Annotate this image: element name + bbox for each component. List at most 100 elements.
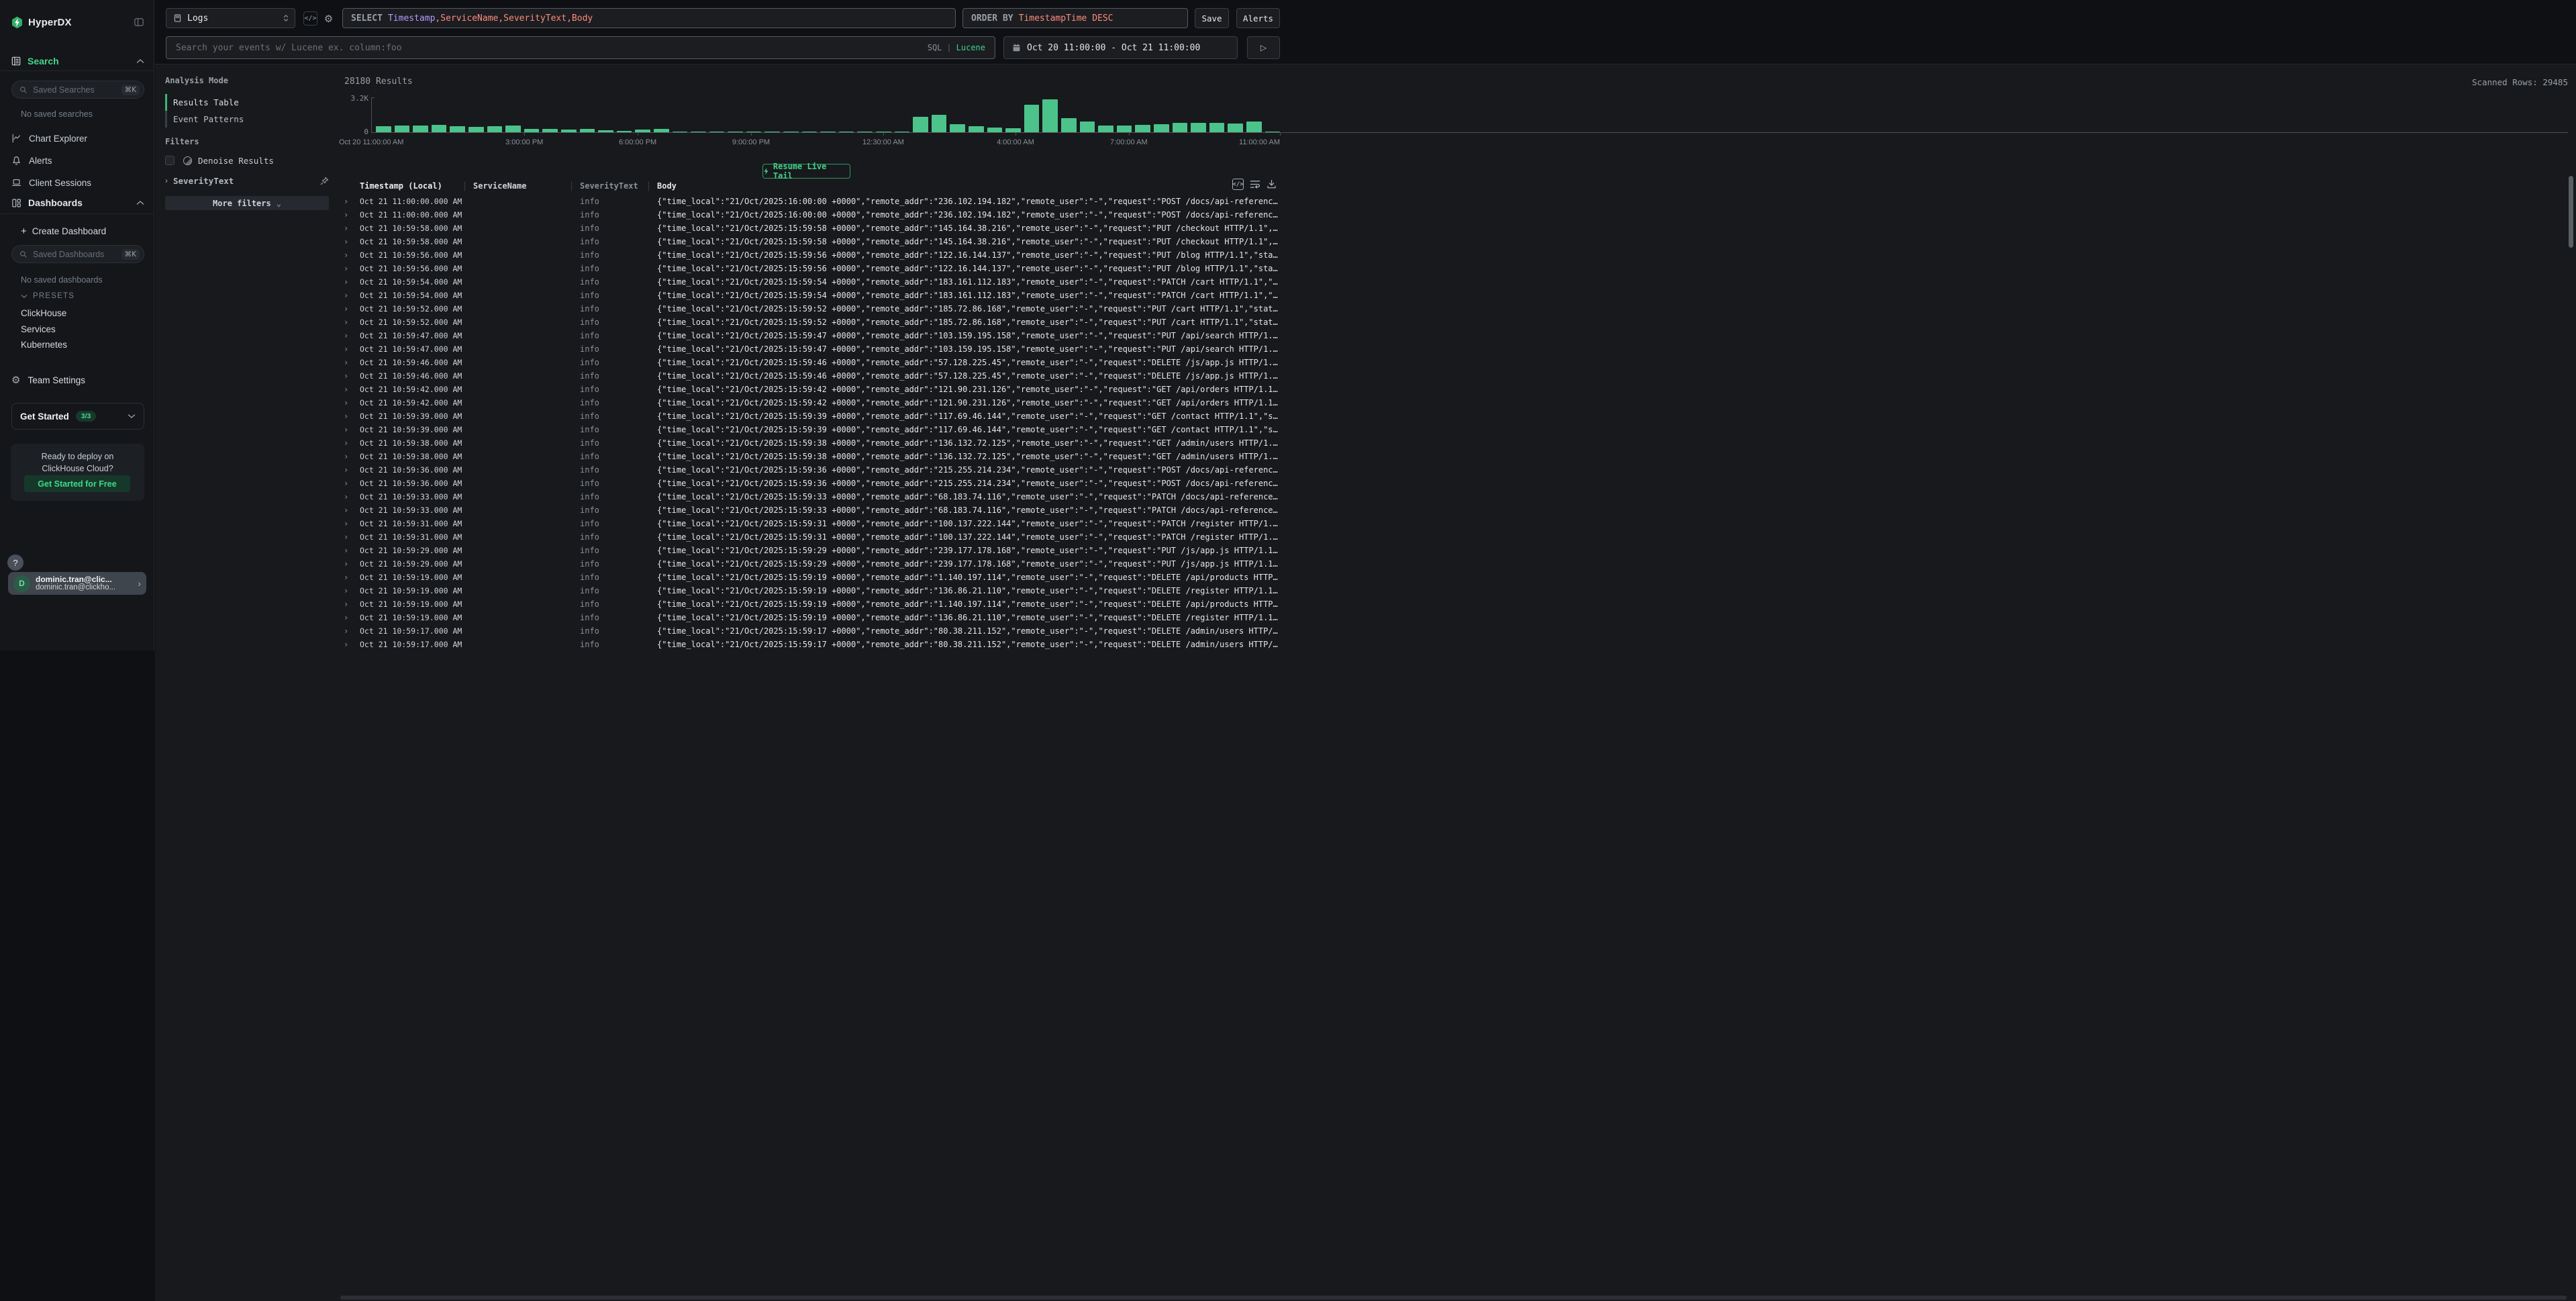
table-row[interactable]: ›Oct 21 10:59:33.000 AMinfo{"time_local"… xyxy=(339,503,2576,517)
chart-bar[interactable] xyxy=(654,129,669,132)
table-row[interactable]: ›Oct 21 10:59:39.000 AMinfo{"time_local"… xyxy=(339,423,2576,436)
column-header-severitytext[interactable]: SeverityText xyxy=(572,181,649,193)
sidebar-collapse-icon[interactable] xyxy=(134,17,144,27)
table-row[interactable]: ›Oct 21 10:59:36.000 AMinfo{"time_local"… xyxy=(339,463,2576,477)
chart-bar[interactable] xyxy=(969,126,984,132)
table-row[interactable]: ›Oct 21 10:59:54.000 AMinfo{"time_local"… xyxy=(339,289,2576,302)
save-button[interactable]: Save xyxy=(1195,8,1229,28)
orderby-input[interactable]: ORDER BY TimestampTime DESC xyxy=(962,8,1188,28)
chart-bar[interactable] xyxy=(932,115,947,132)
table-row[interactable]: ›Oct 21 10:59:46.000 AMinfo{"time_local"… xyxy=(339,369,2576,383)
table-row[interactable]: ›Oct 21 10:59:56.000 AMinfo{"time_local"… xyxy=(339,248,2576,262)
column-header-body[interactable]: Body xyxy=(649,181,2559,193)
row-expand-icon[interactable]: › xyxy=(344,492,360,501)
row-expand-icon[interactable]: › xyxy=(344,385,360,394)
chart-bar[interactable] xyxy=(802,132,818,133)
table-row[interactable]: ›Oct 21 10:59:33.000 AMinfo{"time_local"… xyxy=(339,490,2576,503)
create-dashboard-button[interactable]: + Create Dashboard xyxy=(21,224,144,238)
denoise-results-toggle[interactable]: Denoise Results xyxy=(165,154,274,166)
chart-bar[interactable] xyxy=(413,126,428,132)
row-expand-icon[interactable]: › xyxy=(344,599,360,609)
table-row[interactable]: ›Oct 21 10:59:17.000 AMinfo{"time_local"… xyxy=(339,624,2576,638)
row-expand-icon[interactable]: › xyxy=(344,425,360,434)
mode-results-table[interactable]: Results Table xyxy=(165,94,329,111)
code-view-button[interactable]: </> xyxy=(303,11,317,26)
row-expand-icon[interactable]: › xyxy=(344,331,360,340)
sidebar-item-chart-explorer[interactable]: Chart Explorer xyxy=(11,132,144,145)
user-menu[interactable]: D dominic.tran@clic... dominic.tran@clic… xyxy=(8,572,146,595)
table-row[interactable]: ›Oct 21 10:59:47.000 AMinfo{"time_local"… xyxy=(339,329,2576,342)
chart-bar[interactable] xyxy=(1209,123,1225,132)
chart-bar[interactable] xyxy=(1173,123,1188,132)
table-row[interactable]: ›Oct 21 10:59:29.000 AMinfo{"time_local"… xyxy=(339,557,2576,571)
chevron-up-icon[interactable] xyxy=(136,58,144,64)
row-expand-icon[interactable]: › xyxy=(344,250,360,260)
chart-bars[interactable] xyxy=(376,98,1280,132)
vertical-scrollbar[interactable] xyxy=(2569,176,2573,248)
help-button[interactable]: ? xyxy=(7,555,23,571)
lang-lucene[interactable]: Lucene xyxy=(956,43,985,52)
table-row[interactable]: ›Oct 21 10:59:42.000 AMinfo{"time_local"… xyxy=(339,396,2576,409)
row-expand-icon[interactable]: › xyxy=(344,398,360,407)
table-row[interactable]: ›Oct 21 10:59:52.000 AMinfo{"time_local"… xyxy=(339,302,2576,316)
chart-bar[interactable] xyxy=(542,129,558,132)
chart-bar[interactable] xyxy=(1042,99,1058,132)
chart-bar[interactable] xyxy=(783,132,799,133)
chart-bar[interactable] xyxy=(598,130,613,132)
row-expand-icon[interactable]: › xyxy=(344,438,360,448)
chart-bar[interactable] xyxy=(1117,126,1132,132)
table-row[interactable]: ›Oct 21 11:00:00.000 AMinfo{"time_local"… xyxy=(339,208,2576,222)
pin-icon[interactable] xyxy=(320,177,329,185)
chart-bar[interactable] xyxy=(728,132,743,133)
table-row[interactable]: ›Oct 21 10:59:56.000 AMinfo{"time_local"… xyxy=(339,262,2576,275)
chart-bar[interactable] xyxy=(450,126,465,132)
chart-bar[interactable] xyxy=(950,124,965,132)
presets-toggle[interactable]: PRESETS xyxy=(21,292,75,300)
sidebar-item-alerts[interactable]: Alerts xyxy=(11,154,144,167)
chart-bar[interactable] xyxy=(1098,126,1113,132)
chart-bar[interactable] xyxy=(376,126,391,132)
sidebar-item-client-sessions[interactable]: Client Sessions xyxy=(11,176,144,189)
chart-bar[interactable] xyxy=(691,132,706,133)
chart-bar[interactable] xyxy=(580,129,595,132)
row-expand-icon[interactable]: › xyxy=(344,613,360,622)
row-expand-icon[interactable]: › xyxy=(344,559,360,569)
get-started-card[interactable]: Get Started 3/3 xyxy=(11,403,144,430)
row-expand-icon[interactable]: › xyxy=(344,304,360,314)
row-expand-icon[interactable]: › xyxy=(344,277,360,287)
chart-bar[interactable] xyxy=(820,132,836,133)
row-expand-icon[interactable]: › xyxy=(344,465,360,475)
chart-bar[interactable] xyxy=(395,126,410,132)
table-row[interactable]: ›Oct 21 10:59:54.000 AMinfo{"time_local"… xyxy=(339,275,2576,289)
column-header-servicename[interactable]: ServiceName xyxy=(465,181,572,193)
run-query-button[interactable]: ▷ xyxy=(1247,36,1280,59)
row-expand-icon[interactable]: › xyxy=(344,586,360,595)
chart-bar[interactable] xyxy=(1005,128,1021,132)
table-row[interactable]: ›Oct 21 10:59:46.000 AMinfo{"time_local"… xyxy=(339,356,2576,369)
chart-bar[interactable] xyxy=(1135,125,1150,132)
chart-bar[interactable] xyxy=(709,132,725,133)
table-row[interactable]: ›Oct 21 10:59:52.000 AMinfo{"time_local"… xyxy=(339,316,2576,329)
wrap-text-icon[interactable] xyxy=(1250,179,1260,189)
row-expand-icon[interactable]: › xyxy=(344,237,360,246)
chart-bar[interactable] xyxy=(1246,122,1262,132)
table-row[interactable]: ›Oct 21 10:59:42.000 AMinfo{"time_local"… xyxy=(339,383,2576,396)
table-row[interactable]: ›Oct 21 10:59:31.000 AMinfo{"time_local"… xyxy=(339,530,2576,544)
chart-bar[interactable] xyxy=(987,128,1003,132)
chart-bar[interactable] xyxy=(1265,132,1281,133)
row-expand-icon[interactable]: › xyxy=(344,519,360,528)
row-expand-icon[interactable]: › xyxy=(344,224,360,233)
chart-bar[interactable] xyxy=(617,131,632,132)
chart-bar[interactable] xyxy=(876,132,891,133)
chart-bar[interactable] xyxy=(746,132,762,133)
event-search-input[interactable]: Search your events w/ Lucene ex. column:… xyxy=(166,36,995,59)
preset-kubernetes[interactable]: Kubernetes xyxy=(21,340,67,350)
get-started-free-button[interactable]: Get Started for Free xyxy=(24,475,130,492)
row-expand-icon[interactable]: › xyxy=(344,412,360,421)
row-expand-icon[interactable]: › xyxy=(344,640,360,649)
alerts-button[interactable]: Alerts xyxy=(1236,8,1280,28)
row-expand-icon[interactable]: › xyxy=(344,371,360,381)
row-expand-icon[interactable]: › xyxy=(344,264,360,273)
chart-bar[interactable] xyxy=(1061,118,1077,132)
chart-bar[interactable] xyxy=(561,130,577,132)
